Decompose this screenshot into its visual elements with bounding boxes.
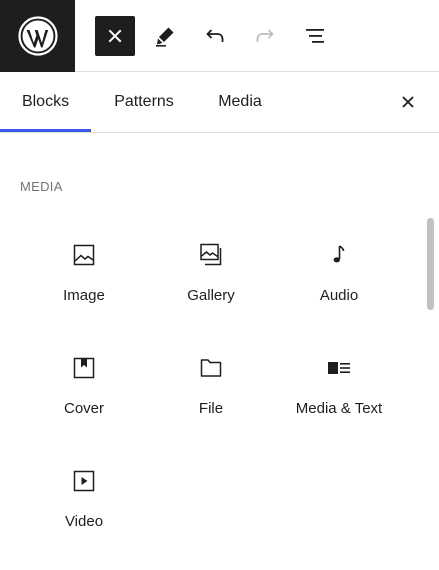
close-inserter-button[interactable] — [95, 16, 135, 56]
image-icon — [72, 243, 96, 267]
editor-toolbar — [0, 0, 439, 72]
block-label: Media & Text — [295, 400, 383, 417]
redo-button[interactable] — [245, 16, 285, 56]
block-label: Cover — [63, 400, 104, 417]
tab-blocks[interactable]: Blocks — [0, 72, 91, 132]
inserter-tabs: Blocks Patterns Media — [0, 72, 439, 132]
audio-icon — [327, 243, 351, 267]
block-cover[interactable]: Cover — [29, 346, 139, 446]
tab-media[interactable]: Media — [197, 72, 283, 132]
close-panel-button[interactable] — [392, 86, 424, 118]
block-label: File — [198, 400, 224, 417]
block-media-text[interactable]: Media & Text — [284, 346, 394, 446]
block-list-panel: MEDIA Image Gallery Audio Cover File Med… — [0, 133, 439, 570]
list-view-button[interactable] — [295, 16, 335, 56]
tab-patterns[interactable]: Patterns — [91, 72, 197, 132]
redo-icon — [256, 29, 274, 42]
category-heading: MEDIA — [20, 179, 63, 194]
video-icon — [72, 469, 96, 493]
block-gallery[interactable]: Gallery — [156, 233, 266, 333]
list-view-icon — [306, 29, 324, 43]
scrollbar-thumb[interactable] — [427, 218, 434, 310]
block-image[interactable]: Image — [29, 233, 139, 333]
block-audio[interactable]: Audio — [284, 233, 394, 333]
tools-button[interactable] — [145, 16, 185, 56]
block-label: Video — [64, 513, 104, 530]
cover-icon — [72, 356, 96, 380]
block-file[interactable]: File — [156, 346, 266, 446]
file-icon — [199, 356, 223, 380]
pencil-icon — [156, 27, 174, 47]
close-icon — [402, 96, 414, 108]
media-text-icon — [327, 356, 351, 380]
block-label: Gallery — [187, 287, 235, 304]
close-icon — [108, 29, 122, 43]
block-label: Image — [63, 287, 105, 304]
block-video[interactable]: Video — [29, 459, 139, 559]
gallery-icon — [199, 243, 223, 267]
undo-icon — [206, 29, 224, 42]
wordpress-logo-icon — [17, 16, 58, 56]
wordpress-logo-button[interactable] — [0, 0, 75, 72]
undo-button[interactable] — [195, 16, 235, 56]
block-label: Audio — [319, 287, 359, 304]
